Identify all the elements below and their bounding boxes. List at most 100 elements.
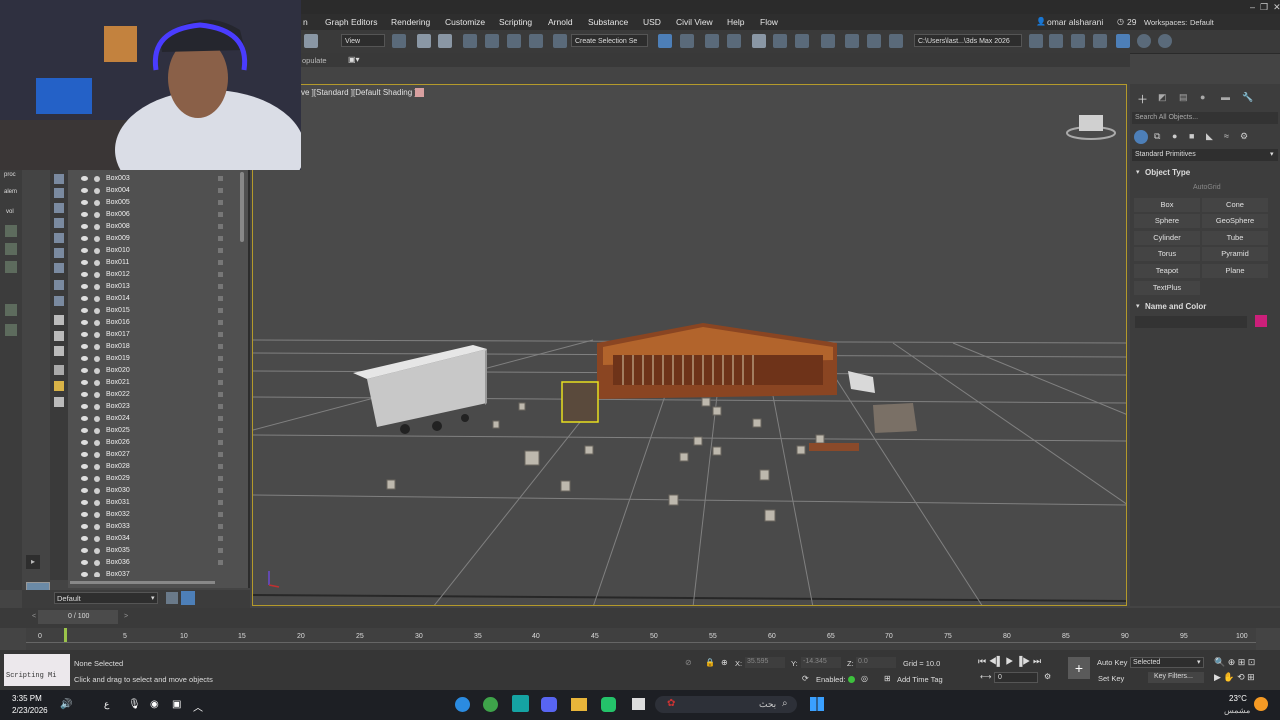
visibility-eye-icon[interactable] (81, 476, 88, 481)
systems-icon[interactable]: ⚙ (1240, 131, 1248, 142)
freeze-icon[interactable] (218, 308, 223, 313)
edge-icon[interactable] (455, 697, 470, 712)
transform-mode-icon[interactable]: ⊕ (721, 658, 728, 667)
freeze-icon[interactable] (218, 380, 223, 385)
time-config-icon[interactable]: ⟳ (802, 674, 809, 683)
project-folder-icon[interactable] (1029, 34, 1043, 48)
list-item[interactable]: Box023 (68, 401, 236, 413)
list-item[interactable]: Box013 (68, 281, 236, 293)
display-cameras-icon[interactable] (54, 233, 64, 243)
toggle-panel-icon[interactable] (1049, 34, 1063, 48)
menu-item-graph-editors[interactable]: Graph Editors (325, 17, 377, 27)
list-item[interactable]: Box035 (68, 545, 236, 557)
menu-item-flow[interactable]: Flow (760, 17, 778, 27)
notification-count[interactable]: 29 (1127, 17, 1136, 27)
display-tab-icon[interactable]: ▬ (1221, 92, 1230, 102)
freeze-icon[interactable] (218, 488, 223, 493)
freeze-icon[interactable] (218, 428, 223, 433)
menu-item-arnold[interactable]: Arnold (548, 17, 573, 27)
set-key-button[interactable]: Set Key (1098, 674, 1124, 683)
freeze-icon[interactable] (218, 368, 223, 373)
object-type-title[interactable]: Object Type (1145, 168, 1190, 177)
display-xrefs-icon[interactable] (54, 296, 64, 306)
freeze-icon[interactable] (218, 392, 223, 397)
toggle-ribbon-icon[interactable] (1093, 34, 1107, 48)
visibility-eye-icon[interactable] (81, 296, 88, 301)
freeze-icon[interactable] (218, 500, 223, 505)
freeze-icon[interactable] (218, 188, 223, 193)
list-item[interactable]: Box003 (68, 173, 236, 185)
material-editor-icon[interactable] (821, 34, 835, 48)
torus-button[interactable]: Torus (1134, 247, 1200, 261)
list-item[interactable]: Box018 (68, 341, 236, 353)
list-item[interactable]: Box016 (68, 317, 236, 329)
visibility-eye-icon[interactable] (81, 428, 88, 433)
freeze-icon[interactable] (218, 248, 223, 253)
box-button[interactable]: Box (1134, 198, 1200, 212)
app-green-icon[interactable] (601, 697, 616, 712)
visibility-eye-icon[interactable] (81, 224, 88, 229)
menu-item-scripting[interactable]: Scripting (499, 17, 532, 27)
motion-tab-icon[interactable]: ● (1200, 92, 1205, 102)
find-icon[interactable] (54, 381, 64, 391)
freeze-icon[interactable] (218, 320, 223, 325)
visibility-eye-icon[interactable] (81, 524, 88, 529)
list-item[interactable]: Box032 (68, 509, 236, 521)
object-search-field[interactable]: Search All Objects... (1132, 112, 1278, 124)
rollout-arrow-icon[interactable]: ▾ (1136, 168, 1140, 176)
select-region-icon[interactable] (304, 34, 318, 48)
populate-options-icon[interactable]: ▣▾ (348, 55, 360, 64)
civil-view-icon[interactable] (1137, 34, 1151, 48)
selection-lock-icon[interactable]: 🔒 (705, 658, 715, 667)
visibility-eye-icon[interactable] (81, 368, 88, 373)
align-icon[interactable] (680, 34, 694, 48)
weather-temp[interactable]: 23°C (1229, 694, 1247, 703)
cylinder-button[interactable]: Cylinder (1134, 231, 1200, 245)
list-item[interactable]: Box033 (68, 521, 236, 533)
visibility-eye-icon[interactable] (81, 392, 88, 397)
prev-frame-arrow-icon[interactable]: < (32, 613, 36, 620)
scene-list-hscrollbar[interactable] (70, 581, 215, 584)
list-item[interactable]: Box029 (68, 473, 236, 485)
user-name[interactable]: omar alsharani (1047, 17, 1103, 27)
rollout-arrow-icon[interactable]: ▾ (1136, 302, 1140, 310)
left-tool-icon-2[interactable] (5, 243, 17, 255)
spacewarps-icon[interactable]: ≈ (1224, 131, 1229, 141)
list-item[interactable]: Box010 (68, 245, 236, 257)
sort-by-layer-icon[interactable] (181, 591, 195, 605)
time-configuration-icon[interactable]: ⚙ (1044, 672, 1051, 681)
set-key-large-button[interactable]: + (1068, 657, 1090, 679)
reference-coord-dropdown[interactable]: View (341, 34, 385, 47)
tray-chevron-up-icon[interactable]: ︿ (193, 699, 203, 714)
list-item[interactable]: Box011 (68, 257, 236, 269)
visibility-eye-icon[interactable] (81, 452, 88, 457)
y-coordinate-field[interactable]: -14.345 (801, 657, 841, 668)
time-marker[interactable] (64, 628, 67, 642)
menu-item-rendering[interactable]: Rendering (391, 17, 430, 27)
list-item[interactable]: Box019 (68, 353, 236, 365)
select-object-icon[interactable] (438, 34, 452, 48)
visibility-eye-icon[interactable] (81, 332, 88, 337)
list-item[interactable]: Box022 (68, 389, 236, 401)
create-tab-icon[interactable]: ＋ (1137, 91, 1148, 107)
isolate-icon[interactable]: ⊘ (685, 658, 692, 667)
add-time-tag-icon[interactable]: ⊞ (884, 674, 891, 683)
expand-arrow-icon[interactable]: ▸ (26, 555, 40, 569)
visibility-eye-icon[interactable] (81, 356, 88, 361)
render-setup-icon[interactable] (845, 34, 859, 48)
toggle-command-panel-icon[interactable] (1116, 34, 1130, 48)
toggle-scene-explorer-icon[interactable] (1071, 34, 1085, 48)
cameras-icon[interactable]: ■ (1189, 131, 1194, 141)
speaker-icon[interactable]: 🔊 (60, 699, 72, 710)
freeze-icon[interactable] (218, 476, 223, 481)
taskbar-search-box[interactable]: بحث ⌕ ✿ (655, 696, 797, 713)
menu-item-truncated[interactable]: n (303, 17, 308, 27)
window-controls[interactable]: – ❐ ✕ (1250, 2, 1280, 13)
time-tag-icon[interactable]: ◎ (861, 674, 868, 683)
lock-icon[interactable] (54, 397, 64, 407)
freeze-icon[interactable] (218, 284, 223, 289)
visibility-eye-icon[interactable] (81, 320, 88, 325)
display-all-icon[interactable] (54, 174, 64, 184)
key-mode-icon[interactable]: ⟷ (980, 672, 991, 681)
visibility-eye-icon[interactable] (81, 512, 88, 517)
